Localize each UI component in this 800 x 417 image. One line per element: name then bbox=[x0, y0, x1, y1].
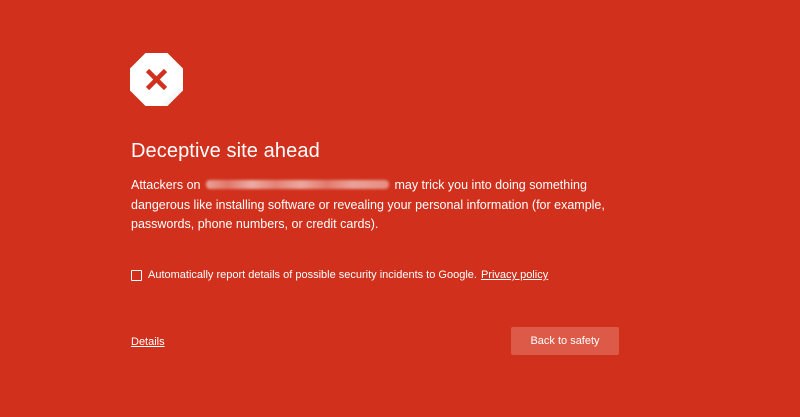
back-to-safety-button[interactable]: Back to safety bbox=[511, 327, 619, 355]
report-label: Automatically report details of possible… bbox=[148, 269, 477, 281]
stop-x-icon bbox=[130, 53, 183, 106]
details-link[interactable]: Details bbox=[131, 335, 165, 349]
description-prefix: Attackers on bbox=[131, 178, 201, 192]
warning-description: Attackers on may trick you into doing so… bbox=[131, 176, 631, 235]
page-title: Deceptive site ahead bbox=[131, 140, 320, 162]
report-option: Automatically report details of possible… bbox=[131, 268, 548, 282]
report-checkbox[interactable] bbox=[131, 269, 142, 281]
interstitial-page: Deceptive site ahead Attackers on may tr… bbox=[0, 0, 800, 417]
privacy-policy-link[interactable]: Privacy policy bbox=[481, 268, 548, 282]
redacted-site-url bbox=[205, 179, 389, 189]
